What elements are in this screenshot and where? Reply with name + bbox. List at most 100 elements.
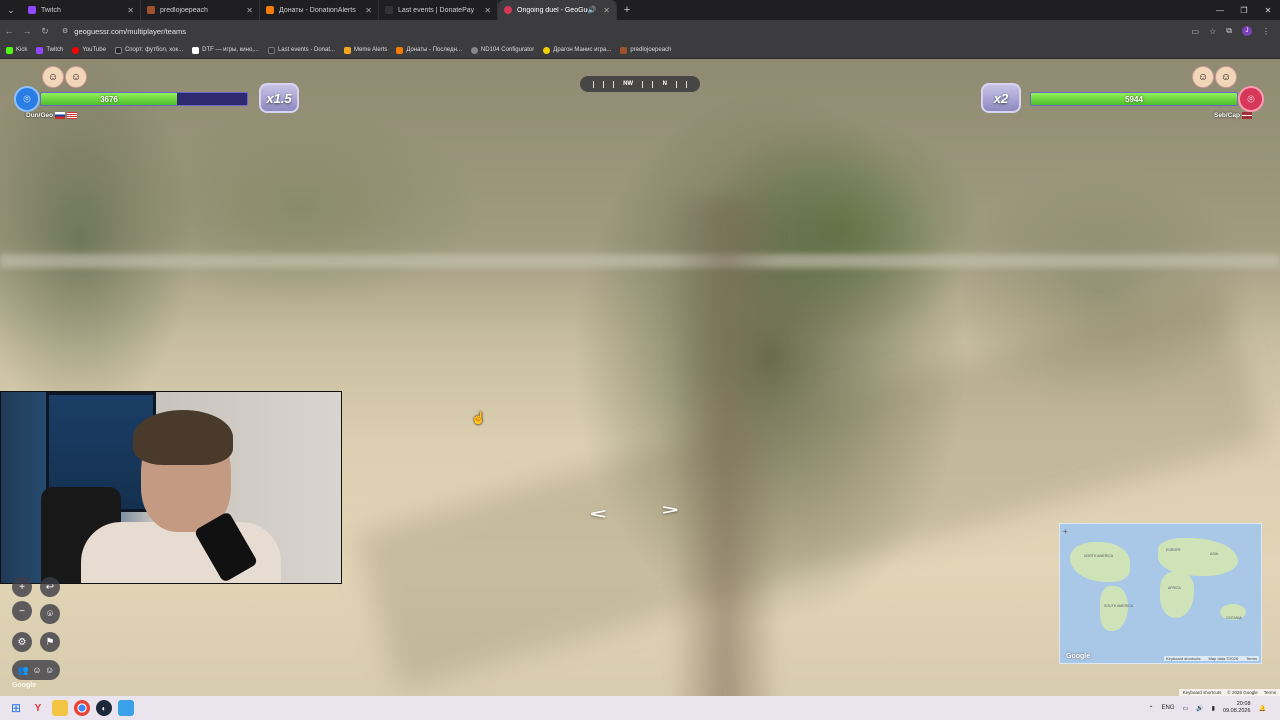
nd104-icon — [470, 46, 478, 54]
minimize-icon[interactable]: — — [1208, 0, 1232, 20]
tab-twitch[interactable]: Twitch ✕ — [22, 0, 141, 20]
south-america-land — [1100, 586, 1128, 631]
right-health-bar: 5944 — [1030, 92, 1238, 106]
extensions-icon[interactable]: ⧉ — [1226, 26, 1232, 36]
map-label: OCEANIA — [1226, 616, 1242, 620]
compass: NW N — [580, 76, 700, 92]
windows-start-icon[interactable]: ⊞ — [8, 700, 24, 716]
close-icon[interactable]: ✕ — [484, 6, 491, 15]
compass-nw: NW — [623, 81, 634, 87]
close-icon[interactable]: ✕ — [246, 6, 253, 15]
address-bar: ← → ↻ ⚙ geoguessr.com/multiplayer/teams … — [0, 20, 1280, 42]
tab-donationalerts[interactable]: Донаты - DonationAlerts ✕ — [260, 0, 379, 20]
file-explorer-icon[interactable] — [52, 700, 68, 716]
keyboard-shortcuts-link[interactable]: Keyboard shortcuts — [1166, 656, 1200, 661]
bookmark-dragon-mania[interactable]: Драгон Манис игра... — [543, 46, 612, 54]
move-forward-arrow[interactable]: > — [662, 502, 678, 518]
team-chat-button[interactable]: 👥 ☺ ☺ — [12, 660, 60, 680]
predlojoepeach-icon — [147, 6, 155, 14]
zoom-in-button[interactable]: + — [12, 577, 32, 597]
steam-icon[interactable]: ◐ — [96, 700, 112, 716]
bookmark-label: Драгон Манис игра... — [553, 47, 612, 53]
chrome-icon[interactable] — [74, 700, 90, 716]
bookmark-label: YouTube — [82, 47, 106, 53]
bookmark-kick[interactable]: Kick — [6, 46, 28, 54]
keyboard-shortcuts-link[interactable]: Keyboard shortcuts — [1183, 690, 1222, 695]
bookmark-last-events[interactable]: Last events - Donat... — [267, 46, 335, 54]
bookmark-star-icon[interactable]: ☆ — [1209, 27, 1216, 36]
restore-icon[interactable]: ❐ — [1232, 0, 1256, 20]
close-icon[interactable]: ✕ — [365, 6, 372, 15]
bookmark-dtf[interactable]: DTF — игры, кино,... — [192, 46, 259, 54]
bookmark-label: predlojoepeach — [630, 47, 672, 53]
undo-button[interactable]: ↩ — [40, 577, 60, 597]
bookmark-label: DTF — игры, кино,... — [202, 47, 259, 53]
language-indicator[interactable]: ENG — [1162, 705, 1175, 711]
bookmarks-bar: Kick Twitch YouTube Спорт: футбол, хок..… — [0, 42, 1280, 59]
flag-checkpoint-button[interactable]: ⚑ — [40, 632, 60, 652]
bookmark-label: Kick — [16, 47, 28, 53]
tab-search-button[interactable]: ⌄ — [0, 0, 22, 20]
compass-tick — [602, 80, 604, 88]
tab-donatepay[interactable]: Last events | DonatePay ✕ — [379, 0, 498, 20]
latvia-flag-icon — [1242, 112, 1252, 119]
palm-trunk — [670, 199, 780, 696]
clock-time: 20:08 — [1236, 701, 1251, 707]
map-label: NORTH AMERICA — [1084, 554, 1114, 558]
tab-label: Донаты - DonationAlerts — [279, 6, 356, 14]
close-window-icon[interactable]: ✕ — [1256, 0, 1280, 20]
avatar: ☺ — [65, 66, 87, 88]
notifications-icon[interactable]: 🔔 — [1259, 705, 1266, 712]
notepad-icon[interactable] — [118, 700, 134, 716]
donatepay-icon — [267, 46, 275, 54]
meme-alerts-icon — [344, 46, 351, 54]
minimap-zoom-in-button[interactable]: + — [1063, 527, 1068, 536]
right-team-avatars: ☺ ☺ — [1192, 66, 1238, 88]
site-info-icon[interactable]: ⚙ — [62, 27, 68, 35]
profile-avatar[interactable]: J — [1242, 26, 1252, 36]
terms-link[interactable]: Terms — [1264, 690, 1276, 695]
tab-geoguessr[interactable]: Ongoing duel - GeoGuessr 🔊 ✕ — [498, 0, 617, 20]
bookmark-sport[interactable]: Спорт: футбол, хок... — [114, 46, 183, 54]
clock[interactable]: 20:08 09.08.2026 — [1223, 701, 1251, 715]
url-field[interactable]: ⚙ geoguessr.com/multiplayer/teams — [62, 23, 1152, 39]
menu-icon[interactable]: ⋮ — [1262, 27, 1270, 36]
chevron-up-icon[interactable]: ⌃ — [1148, 705, 1153, 712]
blue-pin-icon: ⌾ — [14, 86, 40, 112]
bookmark-nd104[interactable]: ND104 Configurator — [470, 46, 534, 54]
clock-date: 09.08.2026 — [1222, 708, 1251, 714]
terms-link[interactable]: Terms — [1246, 656, 1257, 661]
bookmark-meme-alerts[interactable]: Meme Alerts — [344, 46, 387, 54]
speaker-icon[interactable]: 🔊 — [588, 6, 597, 14]
hand-cursor-icon: ☝ — [471, 411, 486, 425]
reload-icon[interactable]: ↻ — [36, 26, 54, 37]
move-back-arrow[interactable]: < — [590, 506, 606, 522]
bookmark-donationalerts[interactable]: Донаты - Последн... — [396, 46, 462, 54]
team-icon: 👥 — [17, 664, 29, 675]
bookmark-twitch[interactable]: Twitch — [36, 46, 63, 54]
compass-tick — [612, 80, 614, 88]
yandex-browser-icon[interactable]: Y — [30, 700, 46, 716]
forward-icon[interactable]: → — [18, 26, 36, 36]
back-icon[interactable]: ← — [0, 26, 18, 36]
settings-gear-icon[interactable]: ⚙ — [12, 632, 32, 652]
bookmark-label: Last events - Donat... — [277, 47, 335, 53]
bookmark-youtube[interactable]: YouTube — [72, 46, 106, 54]
tab-predlojoepeach[interactable]: predlojoepeach ✕ — [141, 0, 260, 20]
return-to-start-button[interactable]: ⌾ — [40, 604, 60, 624]
left-multiplier-badge: x1.5 — [259, 83, 299, 113]
cast-icon[interactable]: ▭ — [1192, 27, 1200, 36]
volume-icon[interactable]: 🔊 — [1196, 705, 1203, 712]
battery-icon[interactable]: ▮ — [1212, 705, 1215, 712]
tab-label: Ongoing duel - GeoGuessr — [517, 6, 588, 14]
guess-minimap[interactable]: NORTH AMERICA SOUTH AMERICA EUROPE AFRIC… — [1059, 523, 1262, 664]
zoom-out-button[interactable]: − — [12, 601, 32, 621]
left-team-name: Dun/Geo — [26, 112, 78, 119]
new-tab-button[interactable]: + — [617, 0, 637, 20]
close-icon[interactable]: ✕ — [603, 6, 610, 15]
toolbar-actions: ▭ ☆ ⧉ J ⋮ — [1192, 20, 1270, 42]
bookmark-predlojoepeach[interactable]: predlojoepeach — [620, 46, 672, 54]
network-icon[interactable]: ▭ — [1183, 705, 1189, 712]
close-icon[interactable]: ✕ — [127, 6, 134, 15]
russia-flag-icon — [55, 112, 66, 119]
